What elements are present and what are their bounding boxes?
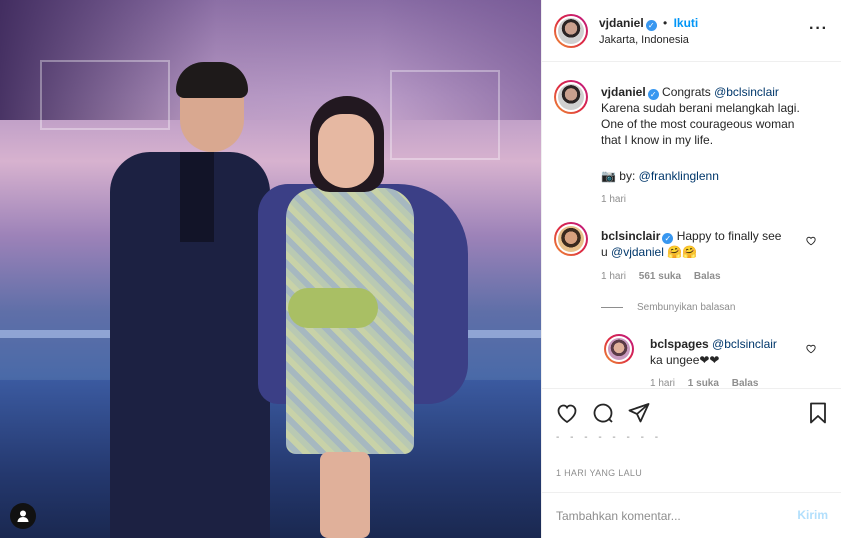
post-comment-button[interactable]: Kirim xyxy=(797,508,828,522)
heart-icon[interactable] xyxy=(806,236,816,246)
photo-person-woman xyxy=(258,92,468,538)
caption-avatar[interactable] xyxy=(554,80,588,114)
mention-link[interactable]: @bclsinclair xyxy=(712,337,777,351)
post-location[interactable]: Jakarta, Indonesia xyxy=(599,34,689,46)
comment-meta: 1 hari 561 suka Balas xyxy=(601,271,731,282)
author-avatar[interactable] xyxy=(554,14,588,48)
header-separator: • xyxy=(663,16,668,30)
more-icon[interactable]: ··· xyxy=(809,20,828,38)
likes-count[interactable]: - - - - - - - - xyxy=(556,432,662,443)
reply-avatar[interactable] xyxy=(604,334,634,364)
reply-meta: 1 hari 1 suka Balas xyxy=(650,378,768,388)
mention-link[interactable]: @bclsinclair xyxy=(714,85,779,99)
caption-time[interactable]: 1 hari xyxy=(601,194,626,205)
verified-icon: ✓ xyxy=(662,233,674,244)
verified-icon: ✓ xyxy=(647,89,659,100)
mention-link[interactable]: @vjdaniel xyxy=(611,245,664,259)
comment-text: bclsinclair ✓ Happy to finally see u @vjd… xyxy=(601,229,782,259)
post-actions xyxy=(542,388,841,434)
heart-icon[interactable] xyxy=(806,344,816,354)
comment-avatar[interactable] xyxy=(554,222,588,256)
caption-meta: 1 hari xyxy=(601,194,636,205)
reply-time[interactable]: 1 hari xyxy=(650,378,675,388)
reply-button[interactable]: Balas xyxy=(732,378,759,388)
heart-icon[interactable] xyxy=(555,401,579,425)
author-username[interactable]: vjdaniel xyxy=(599,16,644,30)
share-icon[interactable] xyxy=(627,401,651,425)
post-time[interactable]: 1 HARI YANG LALU xyxy=(556,468,642,478)
camera-emoji: 📷 xyxy=(601,169,616,183)
reply-button[interactable]: Balas xyxy=(694,271,721,282)
reply-likes[interactable]: 1 suka xyxy=(688,378,719,388)
comment-time[interactable]: 1 hari xyxy=(601,271,626,282)
post-header: vjdaniel ✓ • Ikuti Jakarta, Indonesia ··· xyxy=(542,0,841,62)
comment-input[interactable]: Tambahkan komentar... xyxy=(556,509,681,523)
caption-username[interactable]: vjdaniel xyxy=(601,85,646,99)
verified-icon: ✓ xyxy=(645,20,657,31)
user-tag-icon[interactable] xyxy=(10,503,36,529)
comment-likes[interactable]: 561 suka xyxy=(639,271,681,282)
post-photo[interactable] xyxy=(0,0,541,538)
reply-username[interactable]: bclspages xyxy=(650,337,709,351)
follow-button[interactable]: Ikuti xyxy=(674,16,699,30)
comment-composer: Tambahkan komentar... Kirim xyxy=(542,492,841,538)
photo-person-man xyxy=(110,60,270,538)
comment-icon[interactable] xyxy=(591,401,615,425)
post-side-panel: vjdaniel ✓ • Ikuti Jakarta, Indonesia ···… xyxy=(541,0,841,538)
comments-list[interactable]: vjdaniel ✓ Congrats @bclsinclair Karena s… xyxy=(542,62,841,388)
hide-replies-button[interactable]: Sembunyikan balasan xyxy=(601,302,735,313)
caption-text: vjdaniel ✓ Congrats @bclsinclair Karena s… xyxy=(601,85,800,183)
comment-username[interactable]: bclsinclair xyxy=(601,229,660,243)
reply-text: bclspages @bclsinclair ka ungee❤❤ xyxy=(650,337,777,367)
bookmark-icon[interactable] xyxy=(806,401,830,425)
mention-link[interactable]: @franklinglenn xyxy=(639,169,719,183)
